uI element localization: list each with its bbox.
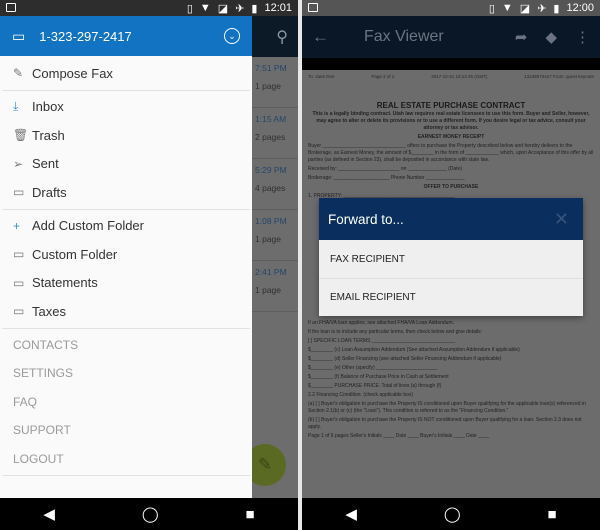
support-link[interactable]: SUPPORT xyxy=(0,416,252,445)
home-nav-icon[interactable]: ◯ xyxy=(142,505,159,523)
list-item: 2:41 PM 1 page xyxy=(252,261,298,312)
vibrate-icon: ▯ xyxy=(186,2,193,15)
close-icon[interactable]: ✕ xyxy=(554,209,569,230)
add-folder-icon: + xyxy=(13,218,21,233)
document-title: REAL ESTATE PURCHASE CONTRACT xyxy=(376,101,526,110)
forward-icon[interactable]: ➦ xyxy=(515,28,528,46)
dialog-header: Forward to... ✕ xyxy=(319,198,583,240)
fax-recipient-option[interactable]: FAX RECIPIENT xyxy=(319,240,583,278)
battery-icon: ▮ xyxy=(553,2,560,15)
sidebar-item-sent[interactable]: ➢ Sent xyxy=(0,150,252,179)
airplane-icon: ✈ xyxy=(537,2,547,15)
account-header[interactable]: ▭ 1-323-297-2417 ⌄ xyxy=(0,16,252,56)
app-toolbar: ← Fax Viewer ➦ ◆ ⋮ xyxy=(302,16,600,58)
search-icon: ⚲ xyxy=(276,29,288,46)
more-vert-icon[interactable]: ⋮ xyxy=(575,28,590,46)
recents-nav-icon[interactable]: ■ xyxy=(245,506,254,523)
image-notification-icon xyxy=(6,3,16,12)
sidebar-item-drafts[interactable]: ▭ Drafts xyxy=(0,178,252,207)
folder-icon: ▭ xyxy=(13,275,25,290)
inbox-tray-icon: ▭ xyxy=(12,27,26,44)
settings-link[interactable]: SETTINGS xyxy=(0,359,252,388)
folder-icon: ▭ xyxy=(13,185,25,200)
back-nav-icon[interactable]: ◀ xyxy=(345,505,357,523)
list-item: 1:15 AM 2 pages xyxy=(252,108,298,159)
sidebar-item-taxes[interactable]: ▭ Taxes xyxy=(0,297,252,326)
back-nav-icon[interactable]: ◀ xyxy=(43,505,55,523)
vibrate-icon: ▯ xyxy=(488,2,495,15)
compose-fax-item[interactable]: ✎ Compose Fax xyxy=(0,59,252,88)
left-phone-screen: ▯ ▼ ◪ ✈ ▮ 12:01 ⚲ 7:51 PM 1 page 1:15 AM 2… xyxy=(0,0,298,530)
list-item: 5:29 PM 4 pages xyxy=(252,159,298,210)
clock: 12:00 xyxy=(566,2,594,14)
home-nav-icon[interactable]: ◯ xyxy=(444,505,461,523)
email-recipient-option[interactable]: EMAIL RECIPIENT xyxy=(319,278,583,316)
right-phone-screen: ▯ ▼ ◪ ✈ ▮ 12:00 ← Fax Viewer ➦ ◆ ⋮ To: J… xyxy=(302,0,600,530)
clock: 12:01 xyxy=(264,2,292,14)
list-item: 1:08 PM 1 page xyxy=(252,210,298,261)
trash-icon: 🗑 xyxy=(13,128,29,143)
toolbar-shadow xyxy=(302,58,600,70)
no-sim-icon: ◪ xyxy=(519,2,531,15)
page-title: Fax Viewer xyxy=(364,28,444,45)
list-item: 7:51 PM 1 page xyxy=(252,57,298,108)
sidebar-item-trash[interactable]: 🗑 Trash xyxy=(0,121,252,150)
image-notification-icon xyxy=(308,3,318,12)
contacts-link[interactable]: CONTACTS xyxy=(0,331,252,360)
recents-nav-icon[interactable]: ■ xyxy=(547,506,556,523)
navigation-bar: ◀ ◯ ■ xyxy=(302,498,600,530)
pencil-icon: ✎ xyxy=(257,455,273,474)
battery-icon: ▮ xyxy=(251,2,258,15)
divider xyxy=(2,327,250,329)
sidebar-item-statements[interactable]: ▭ Statements xyxy=(0,269,252,298)
account-number: 1-323-297-2417 xyxy=(39,28,132,44)
forward-dialog: Forward to... ✕ FAX RECIPIENT EMAIL RECI… xyxy=(319,198,583,316)
navigation-bar: ◀ ◯ ■ xyxy=(0,498,298,530)
faq-link[interactable]: FAQ xyxy=(0,388,252,417)
send-icon: ➢ xyxy=(13,156,24,171)
logout-link[interactable]: LOGOUT xyxy=(0,445,252,474)
no-sim-icon: ◪ xyxy=(217,2,229,15)
back-arrow-icon[interactable]: ← xyxy=(312,27,354,47)
dialog-title: Forward to... xyxy=(328,211,404,227)
tag-icon[interactable]: ◆ xyxy=(545,28,557,46)
divider xyxy=(2,475,250,476)
status-bar: ▯ ▼ ◪ ✈ ▮ 12:00 xyxy=(302,0,600,16)
pencil-icon: ✎ xyxy=(13,66,24,81)
fax-header-line: To: Jane Doe Page 2 of 2 2017-12-21 19:13:… xyxy=(308,74,594,79)
navigation-drawer: ▭ 1-323-297-2417 ⌄ ✎ Compose Fax ⤓ Inbox 🗑… xyxy=(0,16,252,498)
inbox-icon: ⤓ xyxy=(13,99,19,114)
add-custom-folder-item[interactable]: + Add Custom Folder xyxy=(0,212,252,241)
divider xyxy=(2,208,250,210)
chevron-down-icon[interactable]: ⌄ xyxy=(224,28,240,44)
sidebar-item-custom-folder[interactable]: ▭ Custom Folder xyxy=(0,240,252,269)
wifi-icon: ▼ xyxy=(501,2,513,14)
folder-icon: ▭ xyxy=(13,247,25,262)
wifi-icon: ▼ xyxy=(199,2,211,14)
sidebar-item-inbox[interactable]: ⤓ Inbox xyxy=(0,93,252,122)
airplane-icon: ✈ xyxy=(235,2,245,15)
folder-icon: ▭ xyxy=(13,304,25,319)
divider xyxy=(2,89,250,91)
status-bar: ▯ ▼ ◪ ✈ ▮ 12:01 xyxy=(0,0,298,16)
